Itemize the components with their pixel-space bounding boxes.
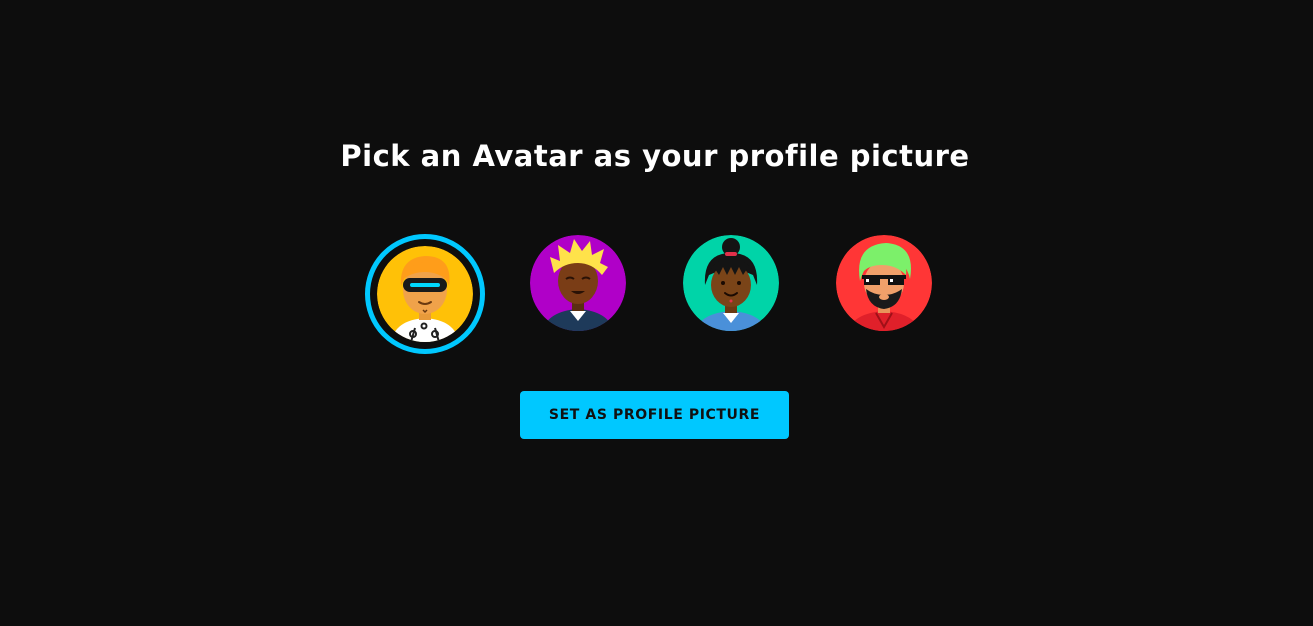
avatar-option-4[interactable] <box>836 235 932 331</box>
hair-bun-avatar-icon <box>683 235 779 331</box>
spiky-hair-avatar-icon <box>530 235 626 331</box>
page-title: Pick an Avatar as your profile picture <box>340 139 970 173</box>
avatar-option-2[interactable] <box>530 235 626 331</box>
avatar-option-1[interactable] <box>365 234 485 354</box>
set-profile-picture-button[interactable]: SET AS PROFILE PICTURE <box>520 391 789 439</box>
avatar-list <box>0 0 1313 626</box>
avatar-picker-page: Pick an Avatar as your profile picture S… <box>0 0 1313 626</box>
robot-avatar-icon <box>377 246 473 342</box>
avatar-option-3[interactable] <box>683 235 779 331</box>
pixel-sunglasses-avatar-icon <box>836 235 932 331</box>
